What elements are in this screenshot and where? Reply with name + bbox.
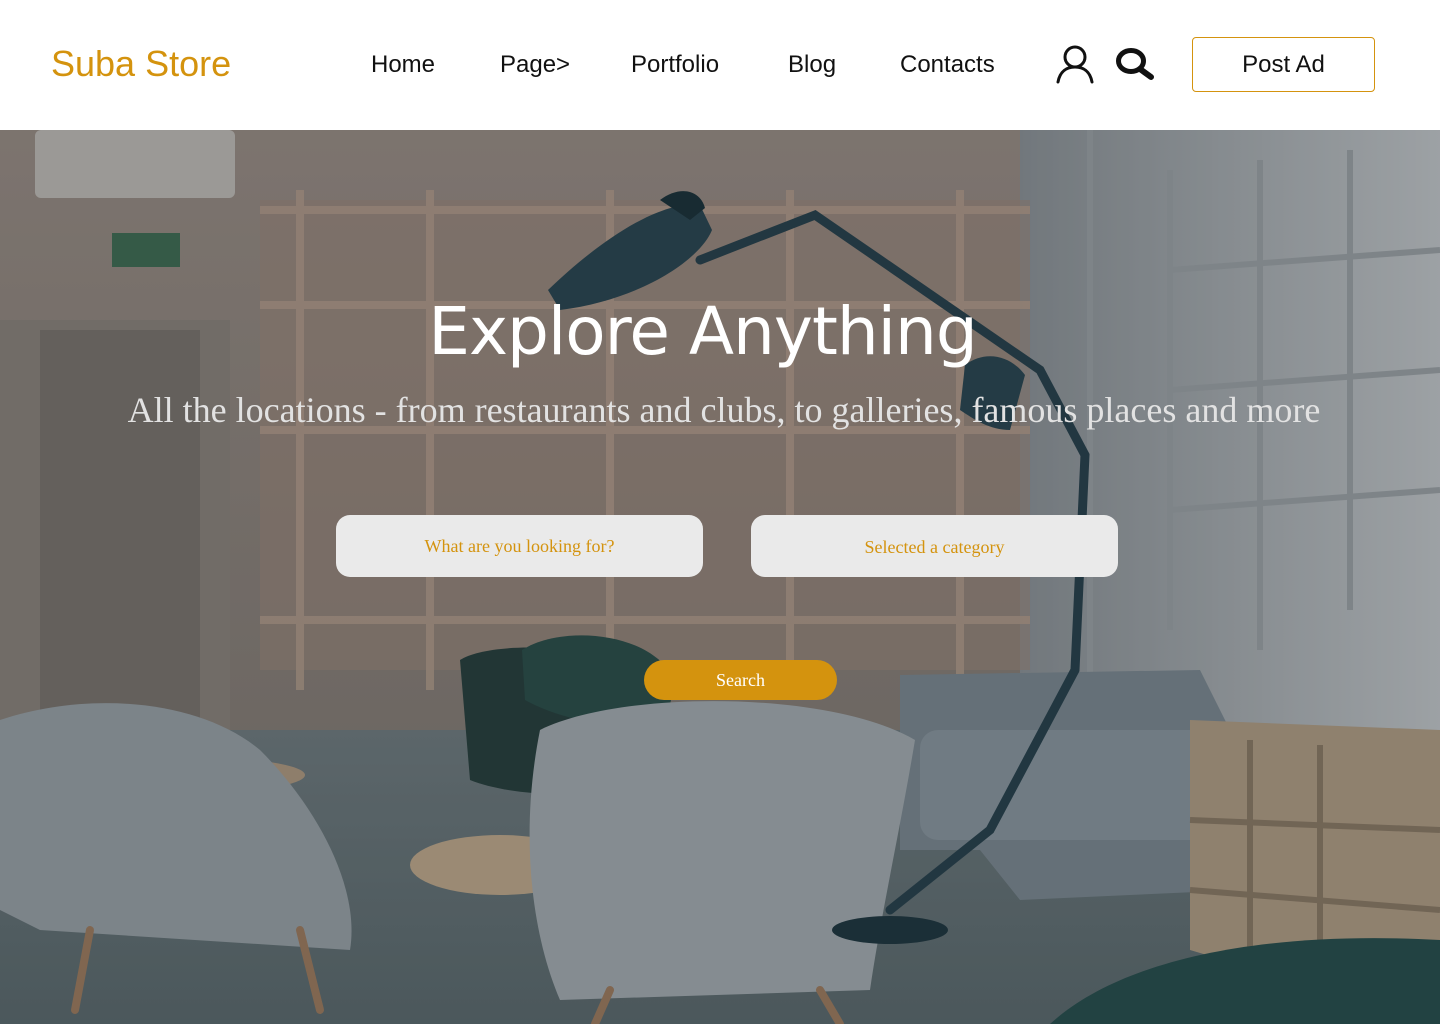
search-icon [1116,48,1154,80]
nav-portfolio[interactable]: Portfolio [631,50,719,80]
category-select[interactable]: Selected a category [751,515,1118,577]
keyword-search-input[interactable] [336,515,703,577]
nav-contacts[interactable]: Contacts [900,50,995,80]
nav-blog[interactable]: Blog [788,50,836,80]
hero-section: Explore Anything All the locations - fro… [0,130,1440,1024]
hero-title: Explore Anything [428,293,977,370]
search-button[interactable]: Search [644,660,837,700]
nav-page[interactable]: Page> [500,50,570,80]
category-select-value: Selected a category [864,537,1005,557]
nav-home[interactable]: Home [371,50,435,80]
site-header: Suba Store Home Page> Portfolio Blog Con… [0,0,1440,130]
post-ad-button[interactable]: Post Ad [1192,37,1375,92]
hero-background-image [0,130,1440,1024]
hero-subtitle: All the locations - from restaurants and… [127,390,1321,430]
account-button[interactable] [1052,41,1098,87]
header-search-button[interactable] [1112,44,1160,84]
brand-logo[interactable]: Suba Store [51,42,231,86]
user-icon [1056,45,1094,84]
